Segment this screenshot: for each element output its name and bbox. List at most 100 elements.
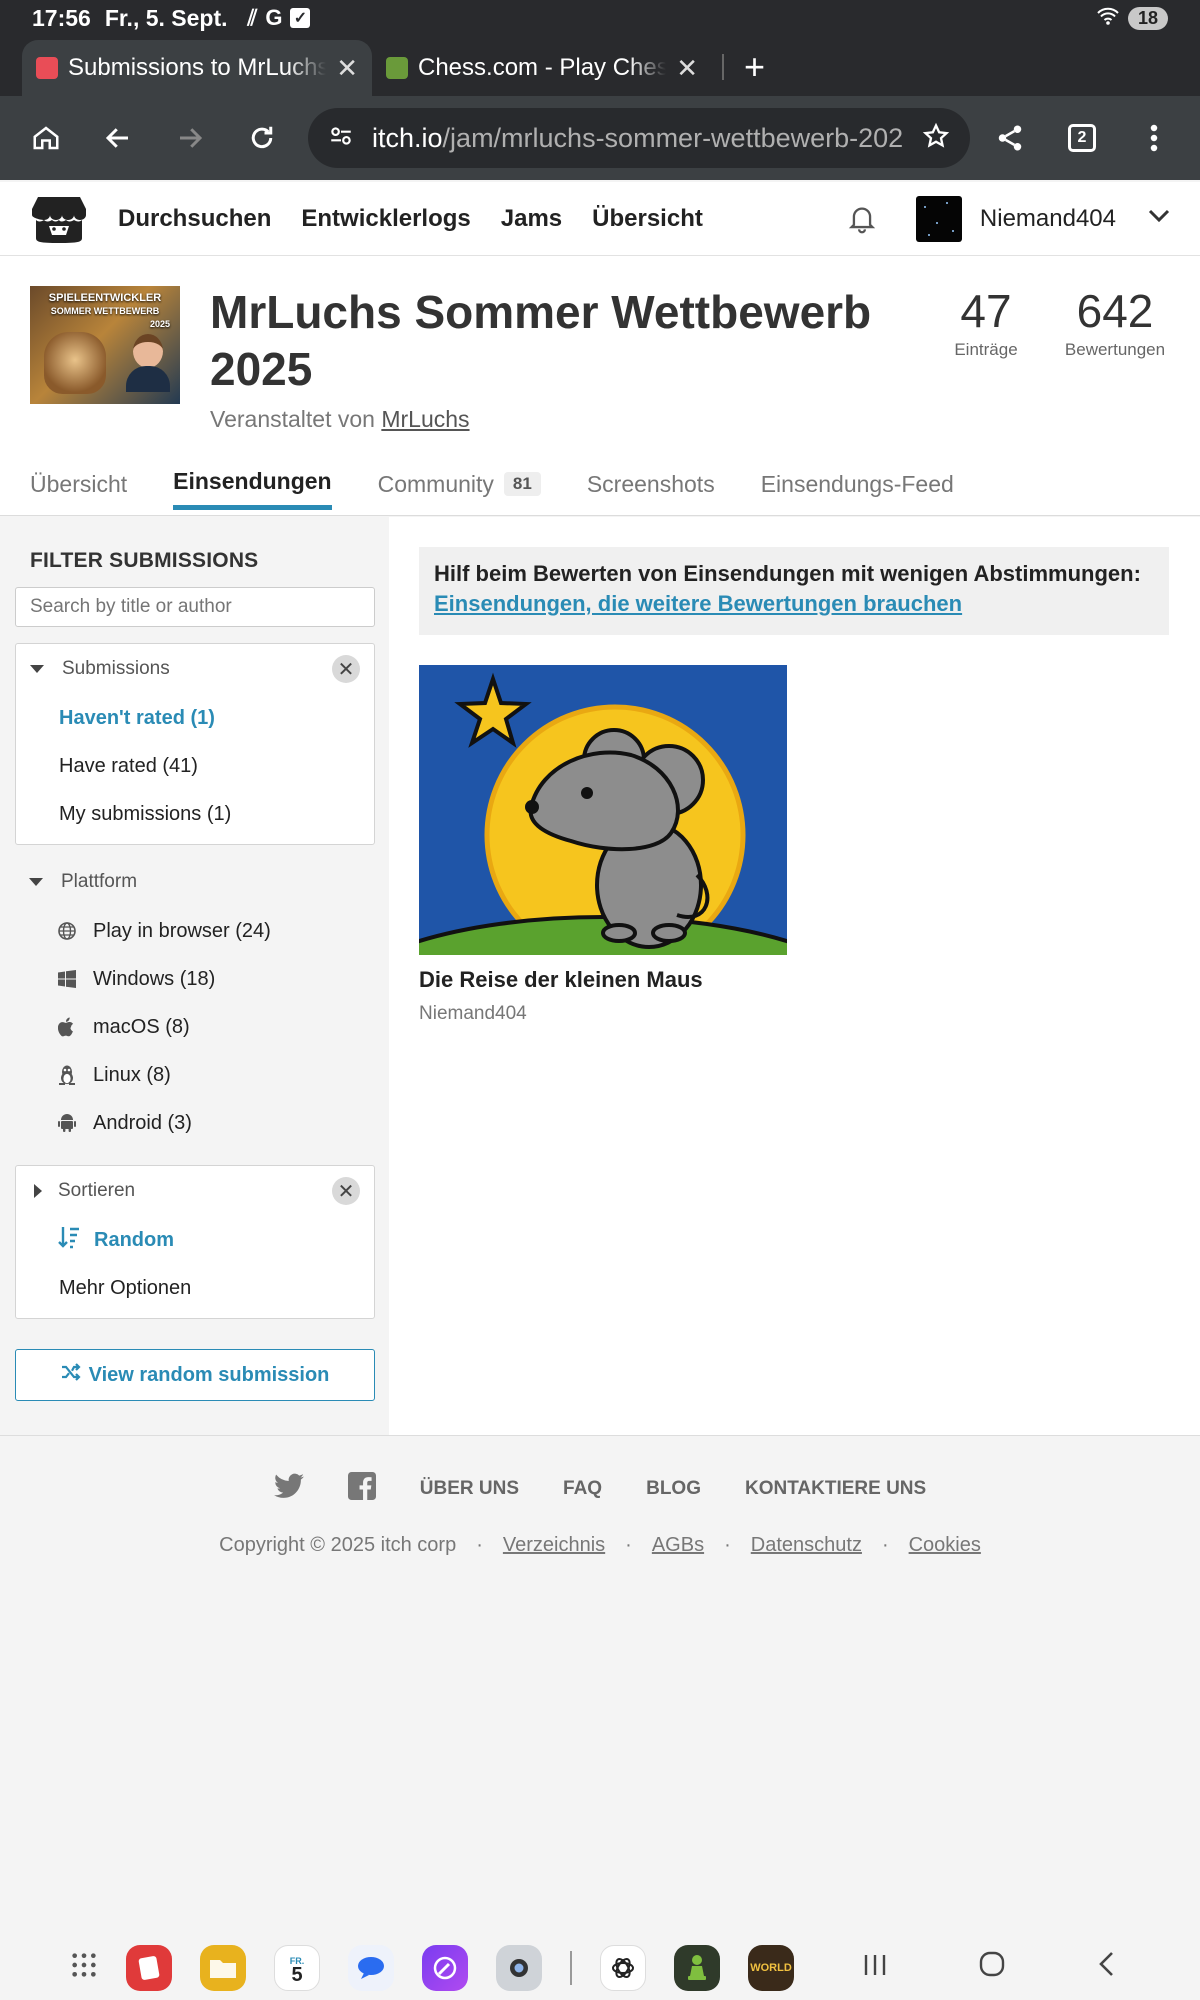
tab-screenshots[interactable]: Screenshots [587,468,715,510]
filter-my-submissions[interactable]: My submissions (1) [16,790,374,838]
site-footer: ÜBER UNS FAQ BLOG KONTAKTIERE UNS Copyri… [0,1435,1200,1935]
close-icon[interactable]: ✕ [336,53,358,84]
files-app-icon[interactable] [200,1944,246,1991]
bell-icon[interactable] [842,199,882,239]
filter-platform-android[interactable]: Android (3) [15,1099,375,1147]
app-drawer-icon[interactable] [70,1951,98,1984]
url-text[interactable]: itch.io/jam/mrluchs-sommer-wettbewerb-20… [372,123,904,154]
tab-count: 2 [1068,124,1096,152]
status-date: Fr., 5. Sept. [104,4,228,31]
reload-icon[interactable] [236,112,288,164]
chess-app-icon[interactable] [674,1944,720,1991]
address-bar[interactable]: itch.io/jam/mrluchs-sommer-wettbewerb-20… [308,108,970,168]
tab-title: Chess.com - Play Chess Online [418,54,667,81]
facebook-icon[interactable] [347,1472,376,1506]
chevron-down-icon[interactable] [1148,209,1170,228]
itch-logo-icon[interactable] [30,193,88,245]
browser-tab-itch[interactable]: Submissions to MrLuchs Sommer Wettbewerb… [22,40,372,96]
recents-icon[interactable] [862,1951,888,1985]
submissions-filter-header[interactable]: Submissions ✕ [16,644,374,694]
caret-right-icon [34,1184,42,1198]
jam-cover-image[interactable]: SPIELEENTWICKLER SOMMER WETTBEWERB 2025 [30,286,180,404]
filter-platform-macos[interactable]: macOS (8) [15,1003,375,1051]
ratings-count: 642 [1076,285,1154,337]
tab-submissions[interactable]: Einsendungen [173,468,332,510]
help-text: Hilf beim Bewerten von Einsendungen mit … [434,561,1141,586]
filter-platform-windows[interactable]: Windows (18) [15,955,375,1003]
needs-ratings-link[interactable]: Einsendungen, die weitere Bewertungen br… [434,591,962,617]
footer-faq-link[interactable]: FAQ [563,1478,602,1500]
site-settings-icon[interactable] [328,123,354,154]
clear-filter-icon[interactable]: ✕ [332,655,360,683]
footer-contact-link[interactable]: KONTAKTIERE UNS [745,1478,926,1500]
search-input[interactable] [15,587,375,627]
platform-filter-header[interactable]: Plattform [15,857,375,907]
camera-app-icon[interactable] [496,1944,542,1991]
tab-community[interactable]: Community 81 [378,468,541,510]
username[interactable]: Niemand404 [980,205,1116,233]
messages-app-icon[interactable] [348,1944,394,1991]
directory-link[interactable]: Verzeichnis [503,1534,605,1557]
system-nav-buttons [862,1950,1116,1986]
browser-app-icon[interactable] [422,1944,468,1991]
terms-link[interactable]: AGBs [652,1534,704,1557]
jam-header: SPIELEENTWICKLER SOMMER WETTBEWERB 2025 … [0,256,1200,516]
notes-app-icon[interactable] [126,1944,172,1991]
cookies-link[interactable]: Cookies [909,1534,981,1557]
site-header: Durchsuchen Entwicklerlogs Jams Übersich… [0,182,1200,256]
forward-icon[interactable] [164,112,216,164]
sort-header[interactable]: Sortieren ✕ [16,1166,374,1216]
worldbox-app-icon[interactable]: WORLD [748,1944,794,1991]
game-title[interactable]: Die Reise der kleinen Maus [419,967,787,993]
nav-link-dashboard[interactable]: Übersicht [592,205,703,233]
new-tab-icon[interactable]: + [744,46,765,88]
lynx-illustration [44,332,106,394]
nav-link-jams[interactable]: Jams [501,205,562,233]
apple-icon [57,1017,77,1037]
home-button-icon[interactable] [978,1950,1006,1986]
jam-tabs: Übersicht Einsendungen Community 81 Scre… [30,468,954,510]
footer-blog-link[interactable]: BLOG [646,1478,701,1500]
game-thumbnail[interactable] [419,665,787,955]
chess-favicon [386,57,408,79]
windows-icon [57,969,77,989]
twitter-icon[interactable] [273,1473,304,1505]
game-author[interactable]: Niemand404 [419,1003,787,1025]
privacy-link[interactable]: Datenschutz [751,1534,862,1557]
tab-submission-feed[interactable]: Einsendungs-Feed [761,468,954,510]
filter-havent-rated[interactable]: Haven't rated (1) [16,694,374,742]
nav-link-browse[interactable]: Durchsuchen [118,205,271,233]
filter-platform-linux[interactable]: Linux (8) [15,1051,375,1099]
browser-tab-chess[interactable]: Chess.com - Play Chess Online ✕ [372,40,712,96]
platform-filter-group: Plattform Play in browser (24) Windows (… [15,857,375,1147]
view-random-submission-button[interactable]: View random submission [15,1349,375,1401]
avatar[interactable] [915,195,962,242]
nav-link-devlogs[interactable]: Entwicklerlogs [301,205,470,233]
chatgpt-app-icon[interactable] [600,1944,646,1991]
more-options-link[interactable]: Mehr Optionen [16,1264,374,1312]
ratings-label: Bewertungen [1064,340,1166,359]
wifi-icon [1096,5,1120,32]
platform-filter-label: Plattform [61,871,138,892]
bookmark-star-icon[interactable] [922,122,950,155]
calendar-app-icon[interactable]: FR. 5 [274,1944,320,1991]
tab-overview[interactable]: Übersicht [30,468,127,510]
footer-about-link[interactable]: ÜBER UNS [420,1478,519,1500]
host-link[interactable]: MrLuchs [381,406,469,432]
cover-line-3: 2025 [149,319,170,329]
tab-switcher-button[interactable]: 2 [1056,112,1108,164]
filter-platform-browser[interactable]: Play in browser (24) [15,907,375,955]
more-menu-icon[interactable] [1128,112,1180,164]
tux-icon [57,1065,77,1085]
game-cell[interactable]: Die Reise der kleinen Maus Niemand404 [419,665,787,1025]
android-icon [57,1113,77,1133]
back-icon[interactable] [92,112,144,164]
back-button-icon[interactable] [1096,1950,1116,1986]
sort-option-random[interactable]: Random [16,1216,374,1264]
close-icon[interactable]: ✕ [676,53,698,84]
check-notification-icon: ✓ [290,8,311,28]
clear-sort-icon[interactable]: ✕ [332,1177,360,1205]
home-icon[interactable] [20,112,72,164]
filter-have-rated[interactable]: Have rated (41) [16,742,374,790]
share-icon[interactable] [984,112,1036,164]
